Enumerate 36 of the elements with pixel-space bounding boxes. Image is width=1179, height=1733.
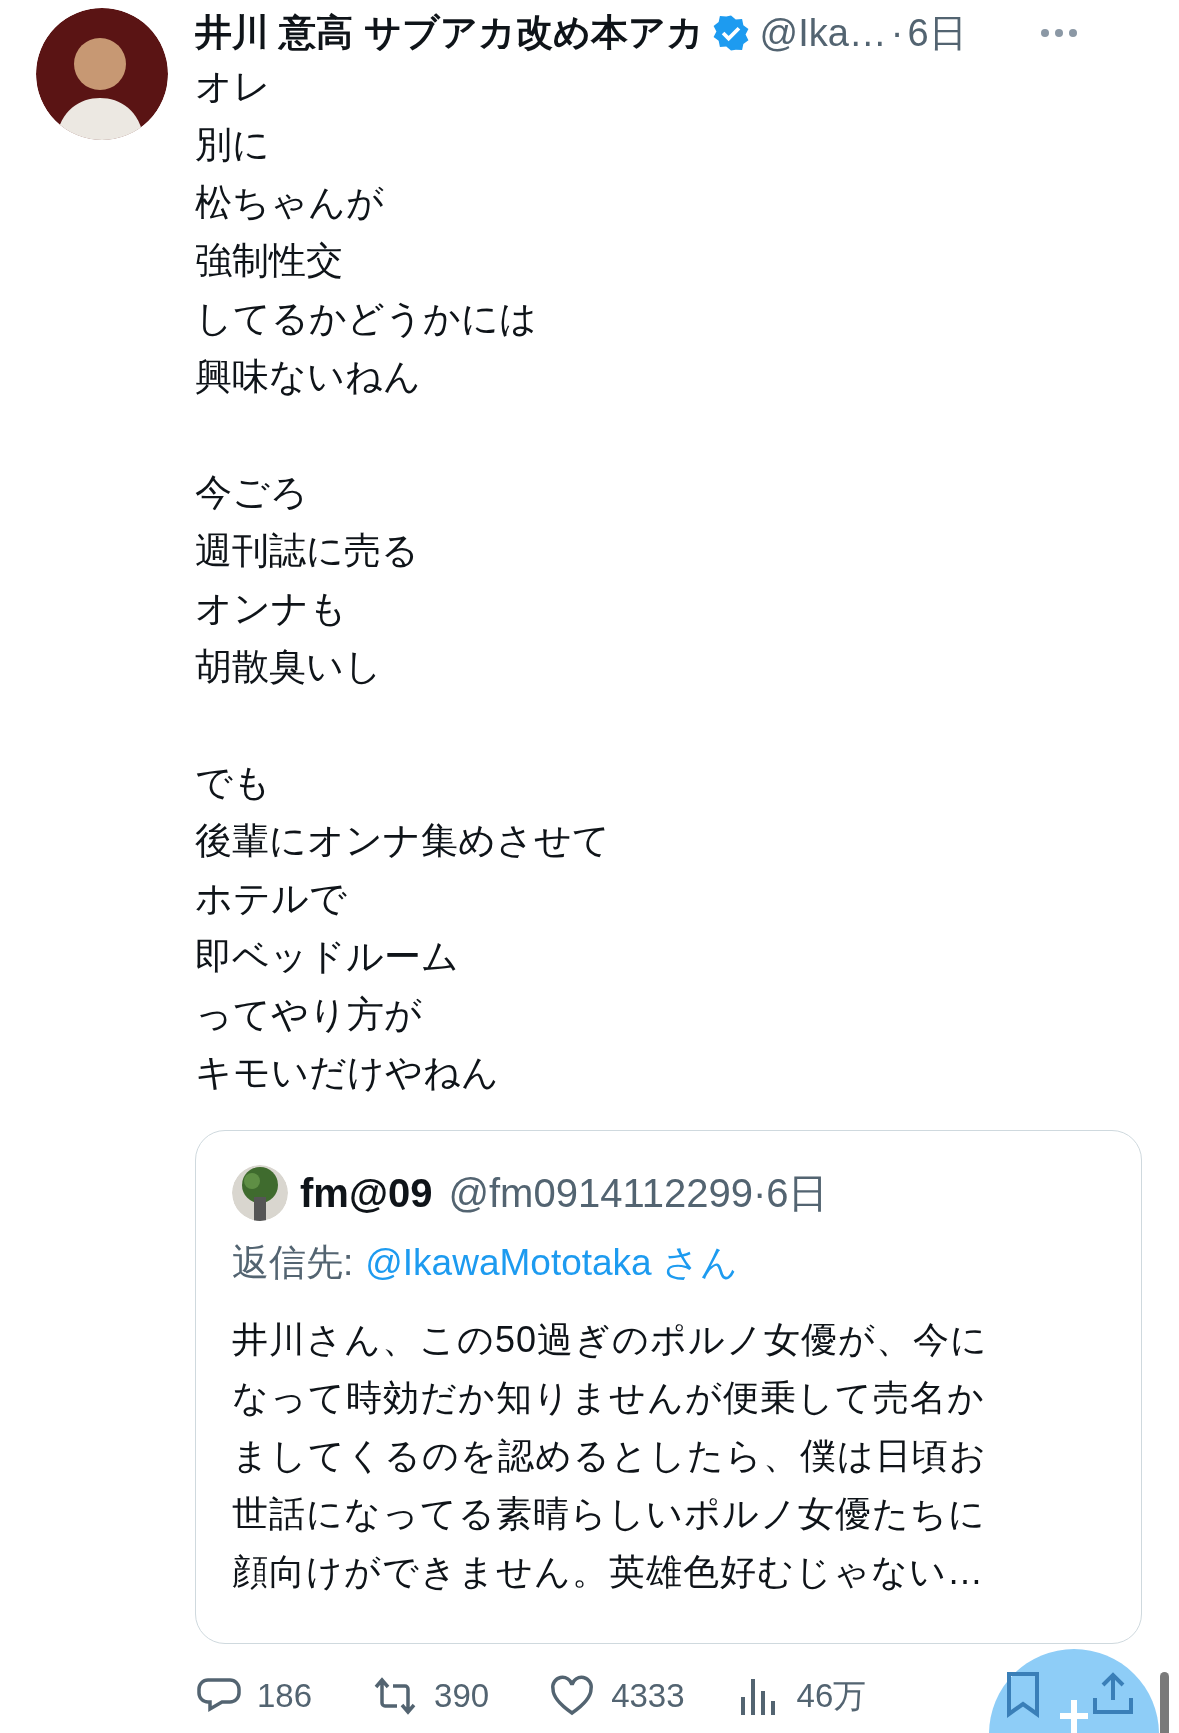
like-count: 4333 [611, 1677, 685, 1715]
separator-dot: · [890, 11, 904, 55]
post-text-line: 興味ないねん [195, 355, 422, 399]
quoted-post-text: 井川さん、この50過ぎのポルノ女優が、今に なって時効だか知りませんが便乗して売名か ましてくるのを認めるとしたら、僕は日頃お 世話になってる素晴らしいポルノ女優たちに 顔向けができません。英雄色好むじゃない… [232, 1318, 990, 1594]
post-text-line: キモいだけやねん [195, 1051, 500, 1095]
post-text-line: オレ [195, 65, 272, 109]
post-text-line: ホテルで [195, 877, 348, 921]
quoted-post-card[interactable]: fm@09 @fm0914112299·6日 返信先: @IkawaMototaka さん 井川さん、この50過ぎのポルノ女優が、今に なって時効だか知りませんが便乗して売名か ましてくるのを認めるとしたら、僕は日頃お 世話になってる素晴らしいポルノ女優たちに 顔向けができません。英雄色好むじゃない… [195, 1130, 1142, 1644]
avatar[interactable] [36, 8, 168, 140]
author-name[interactable]: 井川 意高 サブアカ改め本アカ [195, 8, 704, 58]
quoted-author-name: fm@09 [300, 1170, 433, 1216]
post-text-line: 後輩にオンナ集めさせて [195, 819, 611, 863]
avatar[interactable] [232, 1165, 288, 1221]
post-text-line: 胡散臭いし [195, 645, 383, 689]
reply-count: 186 [257, 1677, 313, 1715]
views-count: 46万 [796, 1675, 867, 1716]
quoted-post-time: 6日 [766, 1169, 829, 1217]
post-time[interactable]: 6日 [907, 7, 967, 59]
quoted-author-handle: @fm0914112299 [448, 1170, 753, 1216]
repost-count: 390 [434, 1677, 490, 1715]
author-handle[interactable]: @Ika… [759, 11, 887, 55]
reply-label: 返信先: [232, 1241, 354, 1285]
post-text-line: 強制性交 [195, 239, 344, 283]
scrollbar[interactable] [1160, 1672, 1169, 1733]
post-text-line: 週刊誌に売る [195, 529, 420, 573]
post-text-line: 別に [195, 123, 271, 167]
post-text-line: 松ちゃんが [195, 181, 385, 225]
post-text-line: してるかどうかには [195, 297, 538, 341]
post-text-line: でも [195, 761, 272, 805]
plus-icon [1060, 1700, 1088, 1733]
separator-dot: · [752, 1170, 767, 1216]
post-text-line: 今ごろ [195, 471, 309, 515]
post-text-line: 即ベッドルーム [195, 935, 460, 979]
post-text-line: オンナも [195, 587, 348, 631]
more-icon[interactable] [1039, 27, 1079, 39]
post-text-line: ってやり方が [195, 993, 423, 1037]
